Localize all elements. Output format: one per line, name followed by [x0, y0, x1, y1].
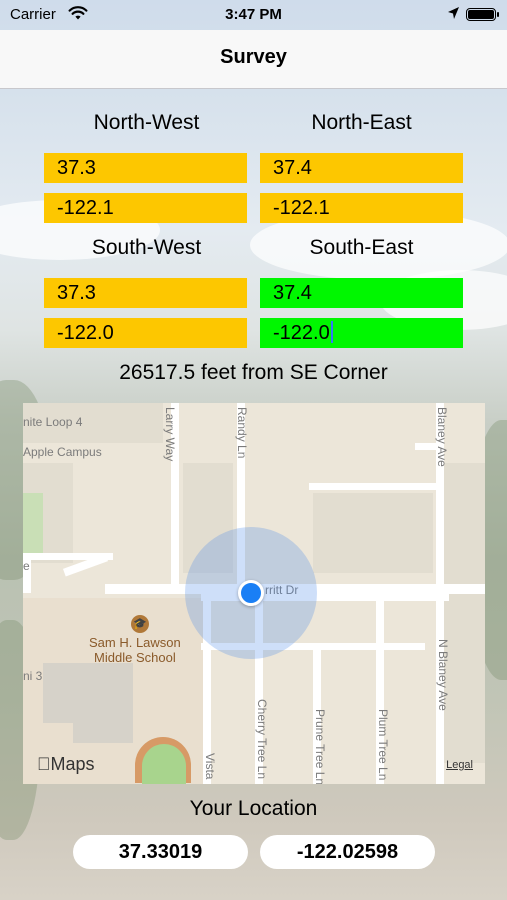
map-label-edge: e	[23, 559, 30, 573]
legal-link[interactable]: Legal	[446, 759, 473, 771]
apple-logo-icon: 	[37, 754, 51, 774]
map-label-blaney-ave: Blaney Ave	[435, 407, 449, 467]
south-east-lon-value: -122.0	[273, 322, 330, 344]
map-label-randy-ln: Randy Ln	[235, 407, 249, 459]
maps-brand: Maps	[37, 754, 95, 774]
map-label-larry-way: Larry Way	[163, 407, 177, 462]
your-longitude-value: -122.02598	[260, 835, 435, 869]
status-bar: Carrier 3:47 PM	[0, 0, 507, 30]
text-cursor	[330, 321, 333, 343]
map-label-n-blaney-ave: N Blaney Ave	[436, 639, 450, 711]
map-label-school: Sam H. Lawson Middle School	[89, 635, 181, 665]
page-title: Survey	[220, 46, 287, 68]
south-east-lat-field[interactable]: 37.4	[260, 278, 463, 308]
north-west-lat-field[interactable]: 37.3	[44, 153, 247, 183]
south-east-lon-field[interactable]: -122.0	[260, 318, 463, 348]
distance-label: 26517.5 feet from SE Corner	[119, 361, 388, 384]
map-label-cherry-tree-ln: Cherry Tree Ln	[255, 699, 269, 780]
map-view[interactable]: nite Loop 4 Apple Campus Larry Way Randy…	[23, 403, 485, 784]
south-east-label: South-East	[309, 236, 414, 259]
north-east-lon-field[interactable]: -122.1	[260, 193, 463, 223]
map-label-infinite-loop: nite Loop 4	[23, 415, 83, 429]
south-west-lon-field[interactable]: -122.0	[44, 318, 247, 348]
south-west-lat-field[interactable]: 37.3	[44, 278, 247, 308]
map-label-plum-tree-ln: Plum Tree Ln	[376, 709, 390, 781]
current-location-dot[interactable]	[238, 580, 264, 606]
north-west-label: North-West	[93, 111, 200, 134]
south-west-label: South-West	[91, 236, 202, 259]
map-label-vista: Vista	[203, 753, 217, 780]
map-label-ni3: ni 3	[23, 669, 43, 683]
your-location-label: Your Location	[189, 797, 318, 820]
north-east-lat-field[interactable]: 37.4	[260, 153, 463, 183]
map-label-prune-tree-ln: Prune Tree Ln	[313, 709, 327, 784]
location-arrow-icon	[448, 7, 459, 19]
north-east-label: North-East	[311, 111, 412, 134]
your-latitude-value: 37.33019	[73, 835, 248, 869]
battery-icon	[466, 8, 499, 21]
north-west-lon-field[interactable]: -122.1	[44, 193, 247, 223]
clock: 3:47 PM	[225, 6, 282, 23]
school-icon: 🎓	[131, 615, 149, 633]
map-label-apple-campus: Apple Campus	[23, 445, 102, 459]
navigation-bar: Survey	[0, 30, 507, 89]
